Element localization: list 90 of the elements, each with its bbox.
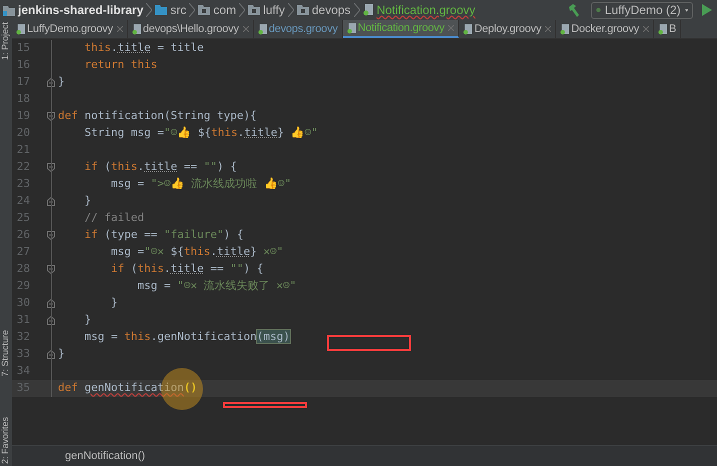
groovy-file-icon (560, 24, 570, 34)
caret-icon (684, 8, 688, 12)
tab-label: devops.groovy (268, 22, 338, 37)
line-number: 29 (16, 278, 30, 294)
breadcrumb-item[interactable]: devops (296, 1, 351, 19)
chevron-right-icon (146, 3, 152, 17)
close-icon[interactable] (643, 26, 650, 32)
code-text: this.title = title (83, 40, 204, 56)
editor-tab[interactable]: Docker.groovy (556, 20, 654, 38)
package-folder-icon (296, 5, 309, 15)
tab-label: Deploy.groovy (474, 22, 542, 37)
breadcrumb-item[interactable]: jenkins-shared-library (3, 1, 144, 19)
module-folder-icon (3, 4, 15, 16)
groovy-file-icon (658, 24, 668, 34)
code-text: if (type == "failure") { (83, 227, 244, 244)
tab-label: Docker.groovy (571, 22, 640, 37)
line-number: 17 (16, 74, 30, 90)
breadcrumb-item[interactable]: luffy (248, 1, 285, 19)
hammer-icon[interactable] (567, 4, 580, 16)
line-number: 26 (16, 227, 30, 244)
chevron-right-icon (239, 3, 246, 17)
chevron-right-icon (189, 3, 196, 17)
breadcrumb-item[interactable]: com (198, 1, 236, 19)
line-number: 15 (16, 40, 30, 56)
code-text: String msg ="☺👍 ${this.title} 👍☺" (83, 125, 318, 142)
editor-tab[interactable]: devops\Hello.groovy (128, 20, 254, 38)
line-number: 21 (16, 142, 30, 158)
folder-icon (155, 5, 168, 15)
tab-label: Notification.groovy (358, 20, 444, 36)
breadcrumb-item[interactable]: genNotification() (65, 448, 146, 464)
code-text: msg = ">☺👍 流水线成功啦 👍☺" (110, 176, 292, 192)
code-text: // failed (83, 210, 144, 226)
groovy-script-icon (596, 5, 601, 15)
line-number: 20 (16, 125, 30, 142)
line-number: 25 (16, 210, 30, 226)
line-number: 23 (16, 176, 30, 192)
line-number: 32 (16, 329, 30, 346)
editor-tab[interactable]: B (654, 20, 682, 38)
package-folder-icon (198, 5, 210, 15)
code-text: def genNotification() (58, 380, 198, 396)
line-number: 28 (16, 261, 30, 278)
groovy-file-icon (258, 24, 267, 34)
tab-label: devops\Hello.groovy (142, 22, 239, 37)
line-number: 16 (16, 57, 30, 74)
tool-window-button[interactable]: 1: Project (0, 22, 13, 60)
close-icon[interactable] (448, 25, 454, 31)
editor-tab[interactable]: Deploy.groovy (459, 20, 556, 38)
breadcrumb-item[interactable]: src (155, 1, 186, 19)
line-number: 24 (16, 193, 30, 210)
tab-label: LuffyDemo.groovy (27, 22, 113, 37)
code-text: } (58, 346, 65, 362)
tool-window-button[interactable]: 7: Structure (0, 330, 13, 377)
line-number: 22 (16, 159, 30, 176)
groovy-file-icon (362, 4, 374, 16)
editor-tab[interactable]: LuffyDemo.groovy (12, 20, 128, 38)
code-text: } (58, 74, 65, 90)
code-text: return this (83, 57, 158, 74)
line-number: 27 (16, 244, 30, 260)
groovy-file-icon (346, 22, 356, 34)
tool-window-button[interactable]: 2: Favorites (0, 416, 13, 464)
code-text: msg ="☹✕ ${this.title} ✕☹" (110, 244, 284, 260)
line-number: 34 (16, 363, 30, 380)
line-number: 31 (16, 312, 30, 328)
groovy-file-icon (132, 24, 141, 34)
run-configuration-dropdown[interactable]: LuffyDemo (2) (591, 2, 693, 18)
code-text: def notification(String type){ (58, 108, 257, 124)
code-text: } (83, 312, 92, 328)
tab-label: B (669, 22, 676, 37)
package-folder-icon (248, 5, 260, 15)
code-text: } (110, 295, 118, 312)
line-number: 30 (16, 295, 30, 312)
close-icon[interactable] (116, 26, 123, 32)
code-text: } (83, 193, 92, 210)
code-text: msg = this.genNotification(msg) (83, 329, 290, 346)
code-text: if (this.title == "") { (83, 159, 237, 176)
line-number: 19 (16, 108, 30, 124)
close-icon[interactable] (545, 26, 552, 32)
breadcrumb-item[interactable]: Notification.groovy (362, 1, 476, 19)
line-number: 33 (16, 346, 30, 362)
editor-tab[interactable]: Notification.groovy (342, 20, 460, 38)
code-text: msg = "☹✕ 流水线失败了 ✕☹" (136, 278, 296, 294)
groovy-file-icon (463, 24, 472, 34)
line-number: 18 (16, 91, 30, 108)
chevron-right-icon (288, 3, 294, 17)
close-icon[interactable] (242, 26, 249, 32)
code-text: if (this.title == "") { (110, 261, 264, 278)
run-icon[interactable] (702, 4, 712, 16)
chevron-right-icon (354, 3, 360, 17)
editor-tab[interactable]: devops.groovy (254, 20, 343, 38)
groovy-file-icon (16, 24, 25, 34)
